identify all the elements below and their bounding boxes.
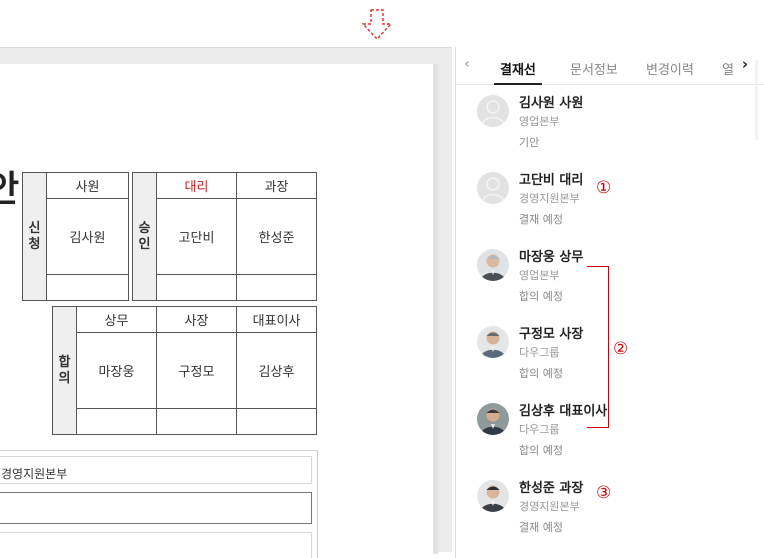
user-photo-icon: [477, 326, 509, 358]
content-field[interactable]: [0, 532, 312, 558]
agreement-name-3: 김상후: [236, 332, 317, 409]
approval-position-2: 과장: [236, 172, 317, 199]
agreement-position-3: 대표이사: [236, 306, 317, 333]
document-viewer: 안 신청 사원 김사원 승인 대리 과장 고단비 한성준 합의 상무 사장 대표…: [0, 47, 452, 558]
document-page: 안 신청 사원 김사원 승인 대리 과장 고단비 한성준 합의 상무 사장 대표…: [0, 64, 438, 558]
tab-approval-line[interactable]: 결재선: [500, 59, 536, 78]
avatar: [477, 403, 509, 435]
user-placeholder-icon: [481, 100, 505, 126]
avatar: [477, 480, 509, 512]
agreement-position-1: 상무: [76, 306, 157, 333]
tab-truncated[interactable]: 열: [722, 59, 734, 78]
agreement-date-cell-1: [76, 408, 157, 435]
approval-date-cell-1: [156, 274, 237, 301]
user-photo-icon: [477, 480, 509, 512]
approver-dept: 다우그룹: [519, 346, 560, 359]
approval-position-1: 대리: [156, 172, 237, 199]
user-photo-icon: [477, 249, 509, 281]
title-input[interactable]: [0, 492, 312, 524]
annotation-bracket: [587, 266, 609, 428]
approver-status: 합의 예정: [519, 444, 563, 457]
panel-tabs: ‹ 결재선 문서정보 변경이력 열 ›: [456, 47, 764, 85]
approver-dept: 다우그룹: [519, 423, 560, 436]
approver-item[interactable]: 김사원 사원 영업본부 기안: [477, 95, 697, 157]
approver-name: 고단비 대리: [519, 173, 584, 188]
active-tab-indicator: [494, 83, 542, 85]
tab-prev-chevron-icon[interactable]: ‹: [460, 56, 474, 72]
panel-scrollbar[interactable]: [755, 60, 758, 140]
agreement-side-label: 합의: [52, 306, 77, 435]
agreement-name-1: 마장웅: [76, 332, 157, 409]
avatar: [477, 326, 509, 358]
agreement-name-2: 구정모: [156, 332, 237, 409]
approver-name: 한성준 과장: [519, 481, 584, 496]
application-side-label: 신청: [22, 172, 47, 301]
approver-name: 구정모 사장: [519, 327, 584, 342]
annotation-marker-3: ③: [596, 483, 612, 503]
approver-dept: 영업본부: [519, 115, 560, 128]
approver-status: 합의 예정: [519, 290, 563, 303]
approver-dept: 영업본부: [519, 269, 560, 282]
avatar: [477, 249, 509, 281]
department-field-value: 경영지원본부: [1, 467, 68, 481]
approver-name: 김사원 사원: [519, 96, 584, 111]
tab-next-chevron-icon[interactable]: ›: [738, 55, 752, 73]
down-arrow-icon: [361, 9, 393, 41]
approver-status: 결재 예정: [519, 521, 563, 534]
approval-table: 승인 대리 과장 고단비 한성준: [132, 172, 317, 301]
approver-status: 합의 예정: [519, 367, 563, 380]
user-placeholder-icon: [481, 177, 505, 203]
application-position: 사원: [46, 172, 129, 199]
approver-name: 마장웅 상무: [519, 250, 584, 265]
application-name: 김사원: [46, 198, 129, 275]
agreement-date-cell-3: [236, 408, 317, 435]
agreement-date-cell-2: [156, 408, 237, 435]
application-date-cell: [46, 274, 129, 301]
approval-name-1: 고단비: [156, 198, 237, 275]
avatar: [477, 95, 509, 127]
approver-status: 기안: [519, 136, 540, 149]
agreement-position-2: 사장: [156, 306, 237, 333]
approver-dept: 경영지원본부: [519, 192, 580, 205]
approval-line-panel: ‹ 결재선 문서정보 변경이력 열 › 김사원 사원 영업본부 기안 고단비 대…: [455, 47, 764, 558]
tab-document-info[interactable]: 문서정보: [570, 59, 618, 78]
approval-side-label: 승인: [132, 172, 157, 301]
approver-item[interactable]: 한성준 과장 경영지원본부 결재 예정: [477, 480, 697, 542]
approval-date-cell-2: [236, 274, 317, 301]
agreement-table: 합의 상무 사장 대표이사 마장웅 구정모 김상후: [52, 306, 317, 435]
tab-change-history[interactable]: 변경이력: [646, 59, 694, 78]
application-table: 신청 사원 김사원: [22, 172, 129, 301]
approver-dept: 경영지원본부: [519, 500, 580, 513]
document-title: 안: [0, 169, 20, 210]
annotation-marker-1: ①: [596, 178, 612, 198]
approver-item[interactable]: 고단비 대리 경영지원본부 결재 예정: [477, 172, 697, 234]
approver-status: 결재 예정: [519, 213, 563, 226]
department-field: 경영지원본부: [0, 456, 312, 484]
annotation-marker-2: ②: [613, 339, 629, 359]
user-photo-icon: [477, 403, 509, 435]
approval-name-2: 한성준: [236, 198, 317, 275]
avatar: [477, 172, 509, 204]
